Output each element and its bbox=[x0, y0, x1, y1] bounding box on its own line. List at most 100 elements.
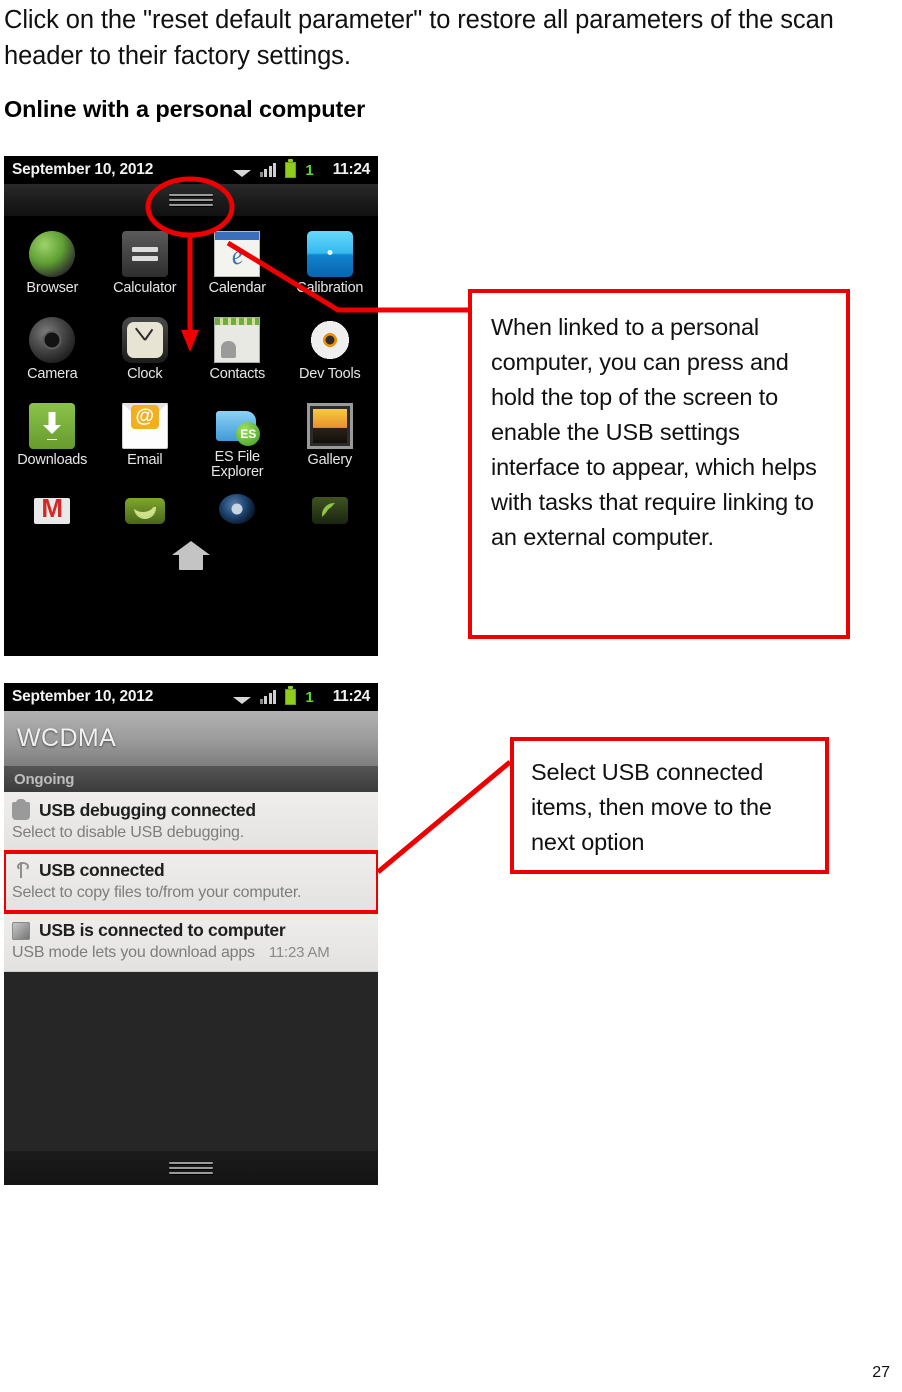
notification-subtitle: Select to disable USB debugging. bbox=[12, 824, 244, 841]
home-icon bbox=[172, 539, 210, 571]
status-bar-clock: 11:24 bbox=[332, 688, 371, 705]
usb-icon bbox=[12, 861, 30, 880]
app-label: Clock bbox=[127, 366, 163, 382]
notification-usb-debugging[interactable]: USB debugging connected Select to disabl… bbox=[4, 792, 378, 852]
callout-box-select-usb: Select USB connected items, then move to… bbox=[510, 737, 829, 874]
notification-subtitle-row: Select to copy files to/from your comput… bbox=[12, 884, 370, 902]
carrier-header: WCDMA bbox=[4, 711, 378, 766]
ongoing-section-header: Ongoing bbox=[4, 766, 378, 792]
status-bar-icons: 1 11:24 bbox=[233, 686, 371, 706]
app-label: Calculator bbox=[113, 280, 177, 296]
shade-empty-area bbox=[4, 972, 378, 1151]
notification-title-row: USB connected bbox=[12, 860, 370, 881]
signal-icon bbox=[259, 163, 277, 177]
notification-title: USB debugging connected bbox=[39, 800, 256, 820]
wifi-icon bbox=[233, 164, 252, 177]
app-label: Camera bbox=[27, 366, 78, 382]
app-grid: Browser Calculator e Calendar Calibratio… bbox=[4, 216, 378, 480]
callout-box-usb-settings: When linked to a personal computer, you … bbox=[468, 289, 850, 639]
status-bar-clock: 11:24 bbox=[332, 161, 371, 178]
shade-bottom-drag-handle[interactable] bbox=[4, 1151, 378, 1185]
notification-usb-connected[interactable]: USB connected Select to copy files to/fr… bbox=[4, 850, 378, 914]
calibration-icon bbox=[306, 231, 353, 277]
notification-count-badge: 1 bbox=[305, 161, 314, 179]
status-bar-icons: 1 11:24 bbox=[233, 159, 371, 179]
phone-icon bbox=[311, 497, 348, 524]
downloads-icon bbox=[29, 403, 76, 449]
app-label: Browser bbox=[26, 280, 79, 296]
notification-subtitle: Select to copy files to/from your comput… bbox=[12, 884, 302, 901]
app-label: Contacts bbox=[209, 366, 266, 382]
app-item-gmail[interactable] bbox=[6, 480, 99, 524]
sdcard-icon bbox=[12, 921, 30, 940]
gmail-icon bbox=[34, 498, 71, 524]
usb-debug-icon bbox=[12, 798, 30, 820]
status-bar: September 10, 2012 1 11:24 bbox=[4, 156, 378, 184]
browser-icon bbox=[29, 231, 76, 277]
status-bar-date: September 10, 2012 bbox=[12, 161, 154, 178]
status-bar-date: September 10, 2012 bbox=[12, 688, 154, 705]
callout-text: When linked to a personal computer, you … bbox=[491, 314, 817, 550]
app-label: Dev Tools bbox=[298, 366, 361, 382]
app-label: ES File Explorer bbox=[211, 449, 264, 480]
app-grid-partial-row bbox=[4, 480, 378, 524]
notification-title-row: USB is connected to computer bbox=[12, 920, 370, 941]
app-item-messaging[interactable] bbox=[99, 480, 192, 524]
home-screen-screenshot: September 10, 2012 1 11:24 Browser Calcu… bbox=[4, 156, 378, 656]
drag-handle-icon bbox=[169, 1159, 213, 1177]
notification-subtitle: USB mode lets you download apps bbox=[12, 944, 255, 961]
notification-subtitle-row: Select to disable USB debugging. bbox=[12, 824, 370, 842]
top-drag-handle[interactable] bbox=[4, 184, 378, 216]
app-item-camera[interactable]: Camera bbox=[6, 308, 99, 394]
notification-usb-is-connected[interactable]: USB is connected to computer USB mode le… bbox=[4, 912, 378, 972]
app-label: Email bbox=[127, 452, 163, 468]
notification-title-row: USB debugging connected bbox=[12, 798, 370, 821]
app-label: Calibration bbox=[296, 280, 364, 296]
ongoing-section-label: Ongoing bbox=[14, 770, 75, 788]
app-item-email[interactable]: Email bbox=[99, 394, 192, 480]
notification-time: 11:23 AM bbox=[268, 944, 330, 961]
app-label: Calendar bbox=[208, 280, 266, 296]
app-item-calendar[interactable]: e Calendar bbox=[191, 222, 284, 308]
drag-handle-icon bbox=[169, 191, 213, 209]
notification-title: USB connected bbox=[39, 860, 165, 880]
callout-text: Select USB connected items, then move to… bbox=[531, 759, 772, 855]
messaging-icon bbox=[124, 498, 165, 524]
app-label: Gallery bbox=[307, 452, 353, 468]
camera-icon bbox=[29, 317, 76, 363]
es-file-explorer-icon bbox=[214, 403, 261, 446]
clock-icon bbox=[121, 317, 168, 363]
app-item-calibration[interactable]: Calibration bbox=[284, 222, 377, 308]
home-button[interactable] bbox=[4, 524, 378, 586]
app-item-dev-tools[interactable]: Dev Tools bbox=[284, 308, 377, 394]
page-number: 27 bbox=[872, 1364, 890, 1381]
dev-tools-icon bbox=[306, 317, 353, 363]
app-item-gallery[interactable]: Gallery bbox=[284, 394, 377, 480]
notification-shade-screenshot: September 10, 2012 1 11:24 WCDMA Ongoing… bbox=[4, 683, 378, 1185]
calculator-icon bbox=[121, 231, 168, 277]
contacts-icon bbox=[214, 317, 261, 363]
app-item-contacts[interactable]: Contacts bbox=[191, 308, 284, 394]
music-icon bbox=[219, 494, 256, 524]
app-item-es-file-explorer[interactable]: ES File Explorer bbox=[191, 394, 284, 480]
app-item-browser[interactable]: Browser bbox=[6, 222, 99, 308]
app-item-downloads[interactable]: Downloads bbox=[6, 394, 99, 480]
status-bar: September 10, 2012 1 11:24 bbox=[4, 683, 378, 711]
app-item-calculator[interactable]: Calculator bbox=[99, 222, 192, 308]
email-icon bbox=[121, 403, 168, 449]
app-item-clock[interactable]: Clock bbox=[99, 308, 192, 394]
wifi-icon bbox=[233, 691, 252, 704]
carrier-label: WCDMA bbox=[17, 724, 117, 752]
notification-title: USB is connected to computer bbox=[39, 920, 286, 940]
app-item-music[interactable] bbox=[191, 480, 284, 524]
section-heading: Online with a personal computer bbox=[4, 96, 366, 122]
calendar-icon: e bbox=[214, 231, 261, 277]
notification-subtitle-row: USB mode lets you download apps 11:23 AM bbox=[12, 944, 370, 962]
gallery-icon bbox=[306, 403, 353, 449]
callout-2-leader bbox=[376, 760, 512, 874]
signal-icon bbox=[259, 690, 277, 704]
intro-paragraph: Click on the "reset default parameter" t… bbox=[4, 6, 834, 70]
app-item-phone[interactable] bbox=[284, 480, 377, 524]
app-label: Downloads bbox=[17, 452, 88, 468]
notification-count-badge: 1 bbox=[305, 688, 314, 706]
